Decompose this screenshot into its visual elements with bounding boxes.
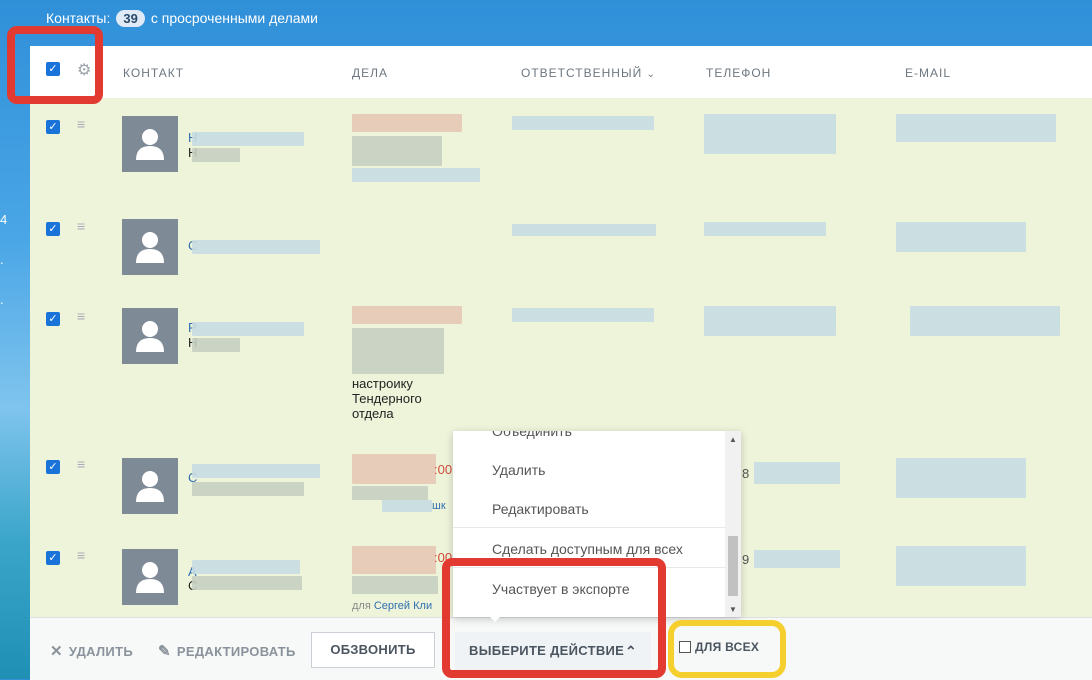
task-note-line: Тендерного (352, 391, 422, 406)
drag-handle-icon[interactable]: ≡ (77, 548, 93, 562)
redacted-phone (754, 550, 840, 568)
column-contact[interactable]: КОНТАКТ (123, 66, 184, 80)
redacted-email (896, 222, 1026, 252)
left-strip-item: . (0, 292, 4, 307)
redacted-company (192, 576, 302, 590)
scroll-down-arrow-icon[interactable]: ▼ (729, 605, 737, 614)
dropdown-scrollbar[interactable]: ▲ ▼ (725, 431, 741, 617)
redacted-phone (704, 114, 836, 154)
redacted-name (192, 132, 304, 146)
highlight-export-action (442, 558, 666, 678)
highlight-select-all (7, 26, 103, 104)
redacted-phone (704, 306, 836, 336)
redacted-phone (754, 462, 840, 484)
redacted-company (192, 338, 240, 352)
scroll-up-arrow-icon[interactable]: ▲ (729, 435, 737, 444)
avatar (122, 549, 178, 605)
redacted-task (352, 136, 442, 166)
drag-handle-icon[interactable]: ≡ (77, 457, 93, 471)
edit-button[interactable]: ✎ РЕДАКТИРОВАТЬ (158, 642, 296, 660)
column-responsible-label: ОТВЕТСТВЕННЫЙ (521, 66, 643, 80)
menu-item-merge[interactable]: Объединить (492, 431, 572, 439)
column-phone[interactable]: ТЕЛЕФОН (706, 66, 771, 80)
redacted-task (352, 168, 480, 182)
redacted-task (352, 306, 462, 324)
redacted-task (352, 486, 428, 500)
left-strip: 4 . . (0, 200, 7, 320)
menu-divider (453, 527, 725, 528)
task-note-line: отдела (352, 406, 394, 421)
task-link-suffix[interactable]: шк (432, 500, 446, 512)
row-checkbox[interactable]: ✓ (46, 460, 60, 474)
column-email[interactable]: E-MAIL (905, 66, 951, 80)
redacted-name (192, 464, 320, 478)
avatar (122, 219, 178, 275)
drag-handle-icon[interactable]: ≡ (77, 219, 93, 233)
task-note: настроику Тендерного отдела (352, 376, 422, 421)
task-responsible-prefix: для (352, 600, 371, 612)
redacted-name (192, 240, 320, 254)
redacted-email (896, 114, 1056, 142)
drag-handle-icon[interactable]: ≡ (77, 117, 93, 131)
menu-item-delete[interactable]: Удалить (492, 462, 545, 478)
menu-item-edit[interactable]: Редактировать (492, 501, 589, 517)
redacted-task (352, 546, 436, 574)
redacted-name (192, 560, 300, 574)
redacted-name (192, 322, 304, 336)
table-row[interactable]: ✓ ≡ Н Н (30, 98, 1092, 201)
left-strip-item: . (0, 252, 4, 267)
row-checkbox[interactable]: ✓ (46, 120, 60, 134)
contacts-count-badge[interactable]: 39 (116, 9, 145, 27)
phone-digit: 8 (742, 466, 750, 481)
redacted-responsible (512, 116, 654, 130)
row-checkbox[interactable]: ✓ (46, 312, 60, 326)
delete-label: УДАЛИТЬ (68, 643, 133, 659)
avatar (122, 458, 178, 514)
row-checkbox[interactable]: ✓ (46, 551, 60, 565)
avatar (122, 116, 178, 172)
redacted-task (352, 328, 444, 374)
redacted-phone (704, 222, 826, 236)
avatar (122, 308, 178, 364)
chevron-down-icon: ⌄ (646, 69, 656, 80)
redacted-link (382, 500, 432, 512)
task-responsible: для Сергей Кли (352, 600, 432, 612)
redacted-company (192, 148, 240, 162)
task-responsible-link[interactable]: Сергей Кли (374, 600, 432, 612)
call-button[interactable]: ОБЗВОНИТЬ (311, 632, 435, 668)
delete-button[interactable]: ✕ УДАЛИТЬ (50, 642, 133, 660)
drag-handle-icon[interactable]: ≡ (77, 309, 93, 323)
redacted-responsible (512, 224, 656, 236)
redacted-task (352, 114, 462, 132)
column-responsible[interactable]: ОТВЕТСТВЕННЫЙ ⌄ (521, 66, 656, 80)
table-header: ✓ ⚙ КОНТАКТ ДЕЛА ОТВЕТСТВЕННЫЙ ⌄ ТЕЛЕФОН… (30, 46, 1092, 99)
phone-digit: 9 (742, 552, 750, 567)
table-row[interactable]: ✓ ≡ С (30, 200, 1092, 293)
redacted-task (352, 454, 436, 484)
redacted-company (192, 482, 304, 496)
menu-item-share-all[interactable]: Сделать доступным для всех (492, 541, 683, 557)
contacts-summary: Контакты: 39 с просроченными делами (46, 8, 318, 28)
redacted-responsible (512, 308, 654, 322)
left-strip-item: 4 (0, 212, 8, 227)
scrollbar-thumb[interactable] (728, 536, 738, 596)
contacts-label: Контакты: (46, 10, 111, 26)
redacted-email (896, 546, 1026, 586)
edit-label: РЕДАКТИРОВАТЬ (176, 643, 296, 659)
pencil-icon: ✎ (158, 643, 171, 660)
redacted-email (910, 306, 1060, 336)
overdue-time: :00 (434, 462, 453, 477)
row-checkbox[interactable]: ✓ (46, 222, 60, 236)
redacted-task (352, 576, 438, 594)
highlight-for-all (668, 620, 786, 678)
column-tasks[interactable]: ДЕЛА (352, 66, 388, 80)
task-note-line: настроику (352, 376, 413, 391)
close-icon: ✕ (50, 643, 63, 660)
filter-text: с просроченными делами (150, 10, 318, 26)
table-row[interactable]: ✓ ≡ Р Н настроику Тендерного отдела (30, 292, 1092, 439)
redacted-email (896, 458, 1026, 498)
